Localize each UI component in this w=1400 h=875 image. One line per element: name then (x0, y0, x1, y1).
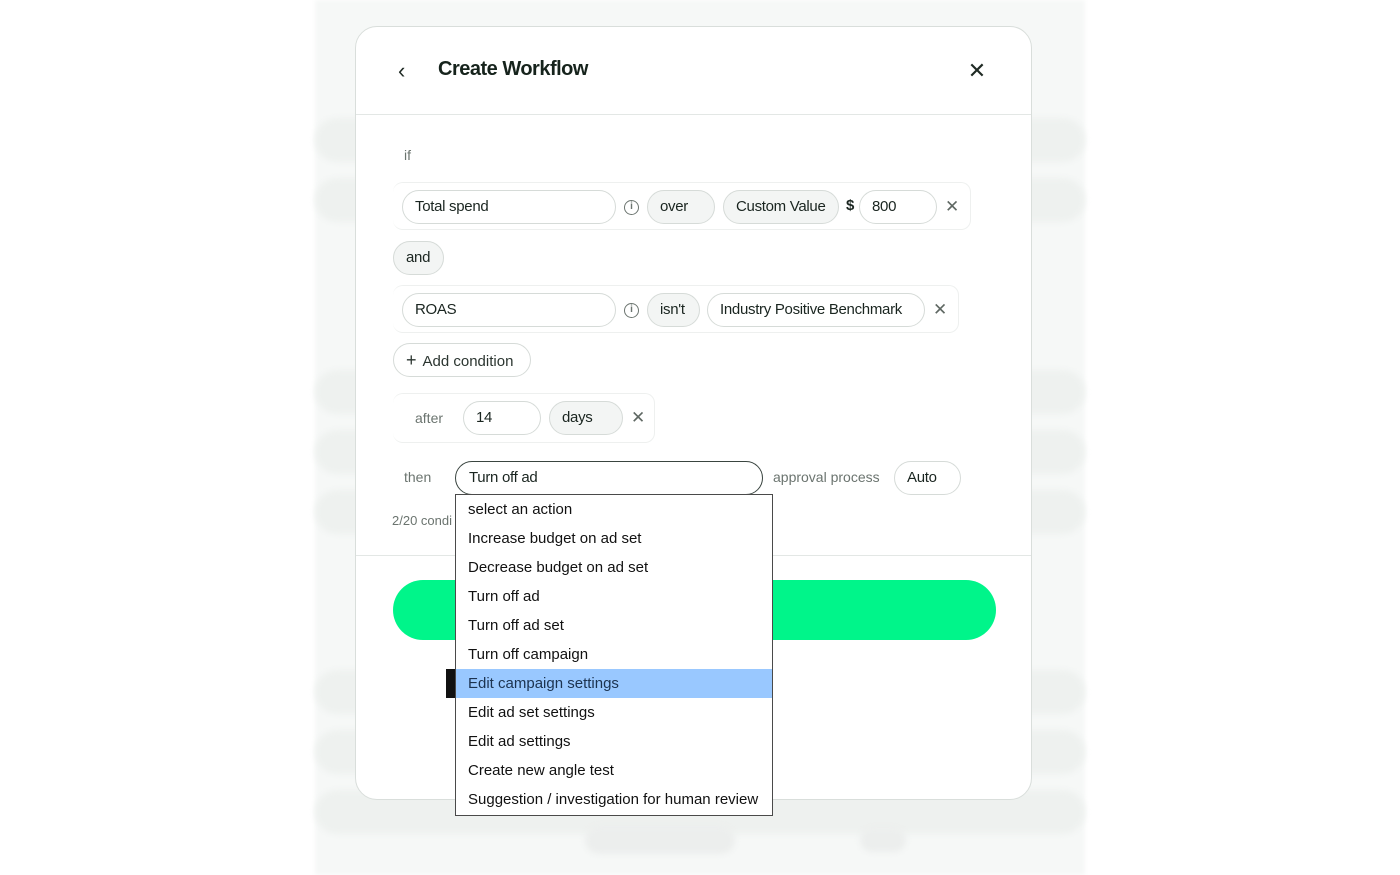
after-row: after 14 days ✕ (393, 393, 655, 443)
background-pill (860, 828, 906, 852)
and-joiner-button[interactable]: and (393, 241, 444, 275)
approval-process-label: approval process (773, 469, 880, 485)
dropdown-option[interactable]: Decrease budget on ad set (456, 553, 772, 582)
close-icon[interactable]: ✕ (964, 57, 990, 85)
condition-row-2: ROAS i isn't Industry Positive Benchmark… (393, 285, 959, 333)
action-dropdown-list: select an action Increase budget on ad s… (455, 494, 773, 816)
then-label: then (404, 469, 432, 485)
if-label: if (404, 147, 411, 163)
operator-select[interactable]: isn't (647, 293, 700, 327)
metric-select[interactable]: Total spend (402, 190, 616, 224)
dropdown-option[interactable]: Turn off ad (456, 582, 772, 611)
value-input[interactable]: 800 (859, 190, 937, 224)
metric-select[interactable]: ROAS (402, 293, 616, 327)
action-select[interactable]: Turn off ad (455, 461, 763, 495)
info-icon[interactable]: i (624, 200, 639, 215)
after-label: after (415, 410, 444, 426)
dropdown-option[interactable]: Edit ad settings (456, 727, 772, 756)
back-chevron-icon[interactable]: ‹ (398, 57, 422, 85)
dropdown-option-highlighted[interactable]: Edit campaign settings (456, 669, 772, 698)
operator-select[interactable]: over (647, 190, 715, 224)
currency-symbol: $ (846, 197, 855, 214)
value-type-select[interactable]: Custom Value (723, 190, 839, 224)
approval-select[interactable]: Auto (894, 461, 961, 495)
after-unit-select[interactable]: days (549, 401, 623, 435)
modal-header: ‹ Create Workflow ✕ (356, 27, 1031, 115)
after-value-input[interactable]: 14 (463, 401, 541, 435)
condition-count: 2/20 condi (392, 513, 452, 528)
dropdown-option[interactable]: Turn off ad set (456, 611, 772, 640)
add-condition-button[interactable]: + Add condition (393, 343, 531, 377)
dropdown-option[interactable]: Turn off campaign (456, 640, 772, 669)
value-type-select[interactable]: Industry Positive Benchmark (707, 293, 925, 327)
background-row (585, 826, 735, 854)
remove-condition-icon[interactable]: ✕ (945, 197, 959, 217)
dropdown-option[interactable]: Suggestion / investigation for human rev… (456, 785, 772, 814)
dropdown-option[interactable]: Increase budget on ad set (456, 524, 772, 553)
plus-icon: + (406, 350, 417, 370)
selection-marker (446, 669, 455, 698)
dropdown-option[interactable]: Create new angle test (456, 756, 772, 785)
dropdown-option[interactable]: Edit ad set settings (456, 698, 772, 727)
condition-row-1: Total spend i over Custom Value $ 800 ✕ (393, 182, 971, 230)
remove-after-icon[interactable]: ✕ (631, 408, 645, 428)
modal-title: Create Workflow (438, 58, 588, 80)
remove-condition-icon[interactable]: ✕ (933, 300, 947, 320)
info-icon[interactable]: i (624, 303, 639, 318)
dropdown-option[interactable]: select an action (456, 495, 772, 524)
add-condition-label: Add condition (422, 353, 514, 370)
